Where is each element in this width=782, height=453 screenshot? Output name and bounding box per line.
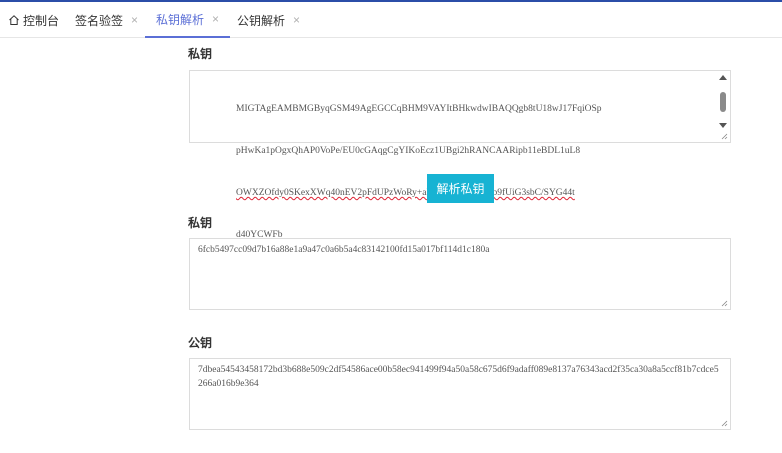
resize-handle-icon[interactable] (721, 300, 728, 307)
private-key-value: 6fcb5497cc09d7b16a88e1a9a47c0a6b5a4c8314… (198, 245, 490, 255)
private-key-output[interactable]: 6fcb5497cc09d7b16a88e1a9a47c0a6b5a4c8314… (189, 238, 731, 310)
tab-bar: 控制台 签名验签 × 私钥解析 × 公钥解析 × (0, 2, 782, 38)
scroll-thumb[interactable] (720, 92, 726, 112)
scrollbar[interactable] (717, 72, 729, 133)
tab-label: 私钥解析 (156, 12, 205, 27)
parse-private-key-button[interactable]: 解析私钥 (427, 174, 494, 203)
public-key-value: 7dbea54543458172bd3b688e509c2df54586ace0… (198, 365, 719, 389)
resize-handle-icon[interactable] (721, 133, 728, 140)
close-icon[interactable]: × (293, 13, 300, 27)
tab-label: 控制台 (23, 13, 60, 28)
private-key-output-label: 私钥 (188, 216, 213, 230)
tab-sign-verify[interactable]: 签名验签 × (75, 2, 138, 38)
private-key-input[interactable]: MIGTAgEAMBMGByqGSM49AgEGCCqBHM9VAYItBHkw… (189, 70, 731, 240)
tab-label: 签名验签 (75, 13, 124, 28)
scroll-up-arrow-icon[interactable] (719, 75, 727, 80)
public-key-output[interactable]: 7dbea54543458172bd3b688e509c2df54586ace0… (189, 358, 731, 430)
pem-line: pHwKa1pOgxQhAP0VoPe/EU0cGAqgCgYIKoEcz1UB… (236, 146, 581, 156)
home-icon (9, 15, 19, 25)
close-icon[interactable]: × (212, 12, 219, 26)
close-icon[interactable]: × (131, 13, 138, 27)
tab-public-key-parse[interactable]: 公钥解析 × (237, 2, 300, 38)
tab-console[interactable]: 控制台 (8, 2, 59, 38)
resize-handle-icon[interactable] (721, 420, 728, 427)
private-key-input-label: 私钥 (188, 47, 213, 61)
tab-label: 公钥解析 (237, 13, 286, 28)
pem-line: MIGTAgEAMBMGByqGSM49AgEGCCqBHM9VAYItBHkw… (236, 104, 602, 114)
scroll-down-arrow-icon[interactable] (719, 123, 727, 128)
tab-private-key-parse[interactable]: 私钥解析 × (145, 2, 231, 38)
public-key-output-label: 公钥 (188, 336, 213, 350)
